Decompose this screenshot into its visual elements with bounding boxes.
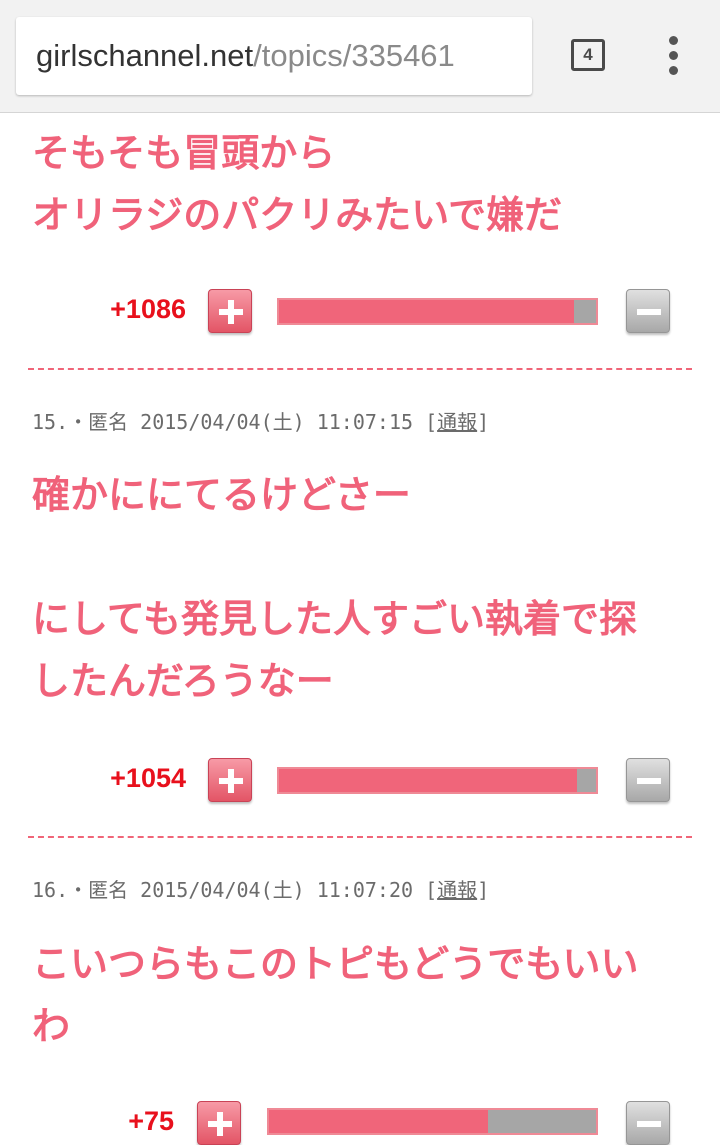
comment-meta: 16.・匿名 2015/04/04(土) 11:07:20 [通報] — [32, 874, 489, 903]
report-link[interactable]: 通報 — [437, 410, 477, 434]
overflow-menu-icon[interactable] — [660, 36, 688, 76]
comment-line: したんだろうなー — [32, 659, 334, 703]
vote-ratio-bar — [267, 1108, 598, 1135]
comment-divider — [28, 836, 692, 838]
tab-switcher-icon[interactable]: 4 — [571, 39, 605, 71]
comment-meta-text: 15.・匿名 2015/04/04(土) 11:07:15 [ — [32, 410, 438, 434]
minus-icon — [637, 309, 661, 315]
minus-icon — [637, 778, 661, 784]
comment-body: 確かににてるけどさー にしても発見した人すごい執着で探 したんだろうなー — [32, 464, 637, 712]
comment-meta-text: 16.・匿名 2015/04/04(土) 11:07:20 [ — [32, 878, 438, 902]
comment-line: そもそも冒頭から — [32, 131, 336, 175]
report-link[interactable]: 通報 — [437, 878, 477, 902]
comment-body: そもそも冒頭から オリラジのパクリみたいで嫌だ — [32, 122, 562, 246]
minus-vote-button[interactable] — [626, 758, 670, 802]
browser-toolbar: girlschannel.net/topics/335461 4 — [0, 0, 720, 113]
comment-line: 確かににてるけどさー — [32, 473, 411, 517]
comment-meta: 15.・匿名 2015/04/04(土) 11:07:15 [通報] — [32, 406, 489, 435]
vote-ratio-fill — [279, 769, 577, 792]
comment-line: こいつらもこのトピもどうでもいい — [32, 942, 639, 986]
comment-line — [32, 526, 637, 588]
vote-ratio-bar — [277, 767, 598, 794]
plus-vote-button[interactable] — [197, 1101, 241, 1145]
comment-line: わ — [32, 1004, 71, 1048]
comment-divider — [28, 368, 692, 370]
vote-score: +1086 — [110, 294, 186, 324]
vote-ratio-fill — [279, 300, 574, 323]
vote-ratio-fill — [269, 1110, 489, 1133]
minus-icon — [637, 1121, 661, 1127]
url-host: girlschannel.net — [36, 38, 254, 73]
address-bar[interactable]: girlschannel.net/topics/335461 — [16, 17, 532, 95]
vote-ratio-bar — [277, 298, 598, 325]
comment-meta-end: ] — [477, 878, 490, 902]
comment-body: こいつらもこのトピもどうでもいい わ — [32, 933, 638, 1057]
minus-vote-button[interactable] — [626, 289, 670, 333]
minus-vote-button[interactable] — [626, 1101, 670, 1145]
plus-icon-stroke — [228, 769, 234, 793]
plus-icon-stroke — [217, 1112, 223, 1136]
plus-vote-button[interactable] — [208, 289, 252, 333]
vote-score: +1054 — [110, 763, 186, 793]
comment-meta-end: ] — [477, 410, 490, 434]
vote-score: +75 — [128, 1106, 174, 1136]
comment-line: オリラジのパクリみたいで嫌だ — [32, 193, 563, 237]
plus-vote-button[interactable] — [208, 758, 252, 802]
url-path: /topics/335461 — [253, 38, 455, 73]
plus-icon-stroke — [228, 300, 234, 324]
comment-line: にしても発見した人すごい執着で探 — [32, 597, 637, 641]
